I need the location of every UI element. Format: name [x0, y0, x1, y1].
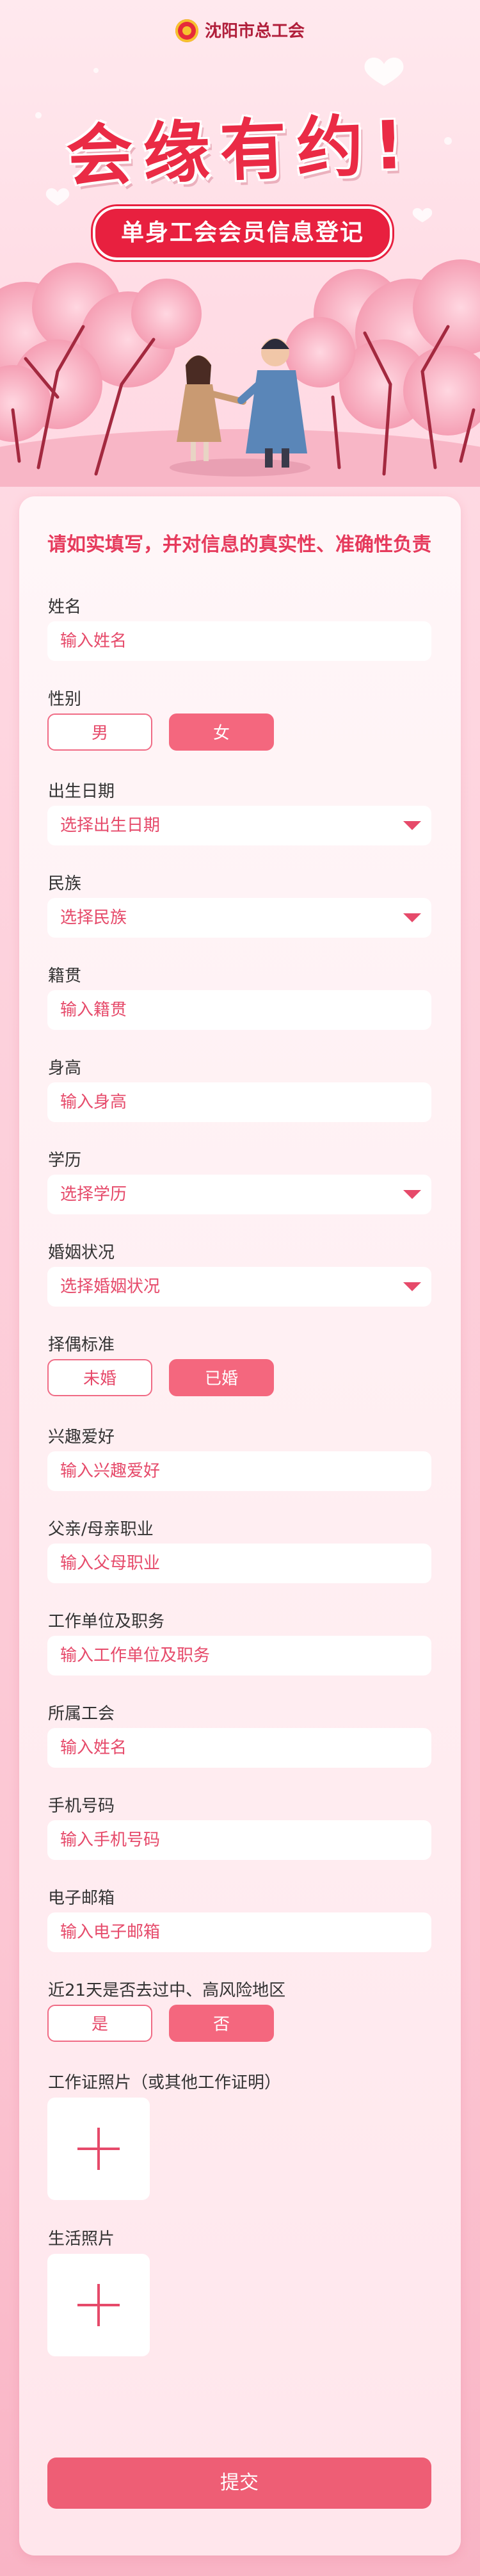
- risk-area-label: 近21天是否去过中、高风险地区: [48, 1981, 286, 2000]
- hometown-placeholder: 输入籍贯: [60, 1000, 127, 1020]
- employer-label: 工作单位及职务: [48, 1612, 165, 1631]
- phone-label: 手机号码: [48, 1797, 115, 1816]
- partner-standard-label: 择偶标准: [48, 1335, 115, 1355]
- birth-select[interactable]: 选择出生日期: [47, 806, 431, 845]
- hero-banner: 沈阳市总工会 会缘有约! 单身工会会员信息登记: [0, 0, 480, 487]
- birth-label: 出生日期: [48, 782, 115, 801]
- union-placeholder: 输入姓名: [60, 1738, 127, 1757]
- partner-option-unmarried[interactable]: 未婚: [47, 1359, 152, 1396]
- name-input[interactable]: 输入姓名: [47, 621, 431, 661]
- ethnicity-select[interactable]: 选择民族: [47, 898, 431, 938]
- email-label: 电子邮箱: [48, 1889, 115, 1908]
- hobbies-label: 兴趣爱好: [48, 1428, 115, 1447]
- parents-job-placeholder: 输入父母职业: [60, 1554, 161, 1573]
- birth-placeholder: 选择出生日期: [60, 816, 161, 835]
- hobbies-input[interactable]: 输入兴趣爱好: [47, 1451, 431, 1491]
- marital-placeholder: 选择婚姻状况: [60, 1277, 161, 1296]
- risk-option-no[interactable]: 否: [169, 2005, 274, 2042]
- parents-job-label: 父亲/母亲职业: [48, 1520, 154, 1539]
- registration-form: 请如实填写，并对信息的真实性、准确性负责 姓名 输入姓名 性别 男 女 出生日期…: [19, 496, 461, 2556]
- submit-button[interactable]: 提交: [47, 2458, 431, 2509]
- work-photo-label: 工作证照片（或其他工作证明）: [48, 2073, 282, 2092]
- gender-option-female[interactable]: 女: [169, 713, 274, 751]
- union-logo-icon: [175, 19, 198, 42]
- plus-icon: [77, 2128, 120, 2170]
- email-placeholder: 输入电子邮箱: [60, 1923, 161, 1942]
- marital-select[interactable]: 选择婚姻状况: [47, 1267, 431, 1307]
- name-placeholder: 输入姓名: [60, 632, 127, 651]
- employer-input[interactable]: 输入工作单位及职务: [47, 1636, 431, 1675]
- triangle-down-icon: [403, 1190, 421, 1199]
- phone-input[interactable]: 输入手机号码: [47, 1820, 431, 1860]
- union-label: 所属工会: [48, 1704, 115, 1724]
- org-header: 沈阳市总工会: [0, 18, 480, 44]
- marital-label: 婚姻状况: [48, 1243, 115, 1262]
- height-label: 身高: [48, 1059, 82, 1078]
- triangle-down-icon: [403, 1282, 421, 1291]
- plus-icon: [77, 2284, 120, 2326]
- ethnicity-placeholder: 选择民族: [60, 908, 127, 927]
- email-input[interactable]: 输入电子邮箱: [47, 1912, 431, 1952]
- page-title: 会缘有约!: [65, 105, 416, 196]
- life-photo-upload[interactable]: [47, 2254, 150, 2356]
- education-label: 学历: [48, 1151, 82, 1170]
- form-notice: 请如实填写，并对信息的真实性、准确性负责: [47, 534, 431, 556]
- hometown-label: 籍贯: [48, 966, 82, 986]
- hobbies-placeholder: 输入兴趣爱好: [60, 1462, 161, 1481]
- phone-placeholder: 输入手机号码: [60, 1830, 161, 1850]
- name-label: 姓名: [48, 598, 82, 617]
- parents-job-input[interactable]: 输入父母职业: [47, 1544, 431, 1583]
- height-input[interactable]: 输入身高: [47, 1082, 431, 1122]
- org-name: 沈阳市总工会: [204, 22, 305, 41]
- page-subtitle: 单身工会会员信息登记: [93, 206, 392, 260]
- work-photo-upload[interactable]: [47, 2098, 150, 2200]
- employer-placeholder: 输入工作单位及职务: [60, 1646, 211, 1665]
- triangle-down-icon: [403, 821, 421, 830]
- education-select[interactable]: 选择学历: [47, 1175, 431, 1214]
- risk-option-yes[interactable]: 是: [47, 2005, 152, 2042]
- union-input[interactable]: 输入姓名: [47, 1728, 431, 1768]
- partner-option-married[interactable]: 已婚: [169, 1359, 274, 1396]
- gender-option-male[interactable]: 男: [47, 713, 152, 751]
- triangle-down-icon: [403, 913, 421, 922]
- height-placeholder: 输入身高: [60, 1093, 127, 1112]
- education-placeholder: 选择学历: [60, 1185, 127, 1204]
- life-photo-label: 生活照片: [48, 2230, 115, 2249]
- ethnicity-label: 民族: [48, 874, 82, 893]
- hometown-input[interactable]: 输入籍贯: [47, 990, 431, 1030]
- gender-label: 性别: [48, 690, 82, 709]
- cherry-blossom-illustration: [0, 259, 480, 487]
